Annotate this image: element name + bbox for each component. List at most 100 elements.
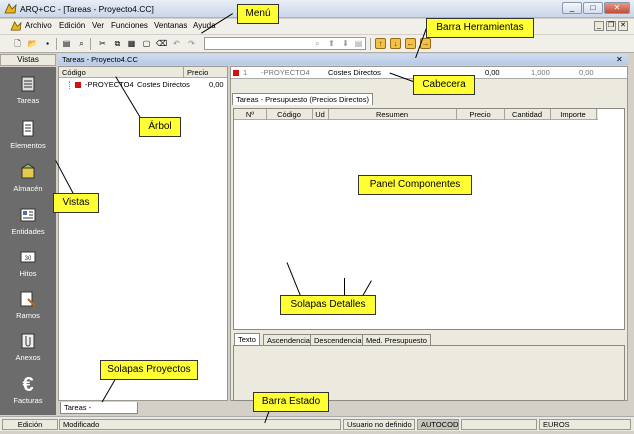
callout-status: Barra Estado: [253, 392, 329, 412]
trades-icon: [20, 291, 36, 307]
tree-row-code[interactable]: -PROYECTO4: [85, 80, 134, 89]
menu-bar: Archivo Edición Ver Funciones Ventanas A…: [0, 19, 634, 34]
col-code[interactable]: Código: [266, 110, 312, 119]
paste-special-icon[interactable]: ▢: [140, 37, 153, 50]
callout-projects: Solapas Proyectos: [100, 360, 198, 380]
svg-text:30: 30: [25, 256, 32, 262]
col-price[interactable]: Precio: [456, 110, 504, 119]
menu-archivo[interactable]: Archivo: [25, 21, 52, 30]
new-file-icon[interactable]: 🗋: [11, 37, 24, 50]
view-tareas[interactable]: Tareas: [0, 75, 56, 105]
col-num[interactable]: Nº: [234, 110, 266, 119]
view-anexos[interactable]: Anexos: [0, 332, 56, 362]
tasks-icon: [21, 76, 35, 92]
find-icon[interactable]: ⌕: [311, 37, 324, 50]
header-value-2: 1,000: [531, 68, 550, 77]
mdi-close-button[interactable]: ✕: [618, 21, 628, 31]
menu-funciones[interactable]: Funciones: [111, 21, 148, 30]
arrow-up-icon[interactable]: ⬆: [325, 37, 338, 50]
view-elementos[interactable]: Elementos: [0, 120, 56, 150]
print-icon[interactable]: ▤: [60, 37, 73, 50]
status-user: Usuario no definido: [343, 419, 415, 430]
menu-ver[interactable]: Ver: [92, 21, 104, 30]
document-close-button[interactable]: ✕: [616, 54, 623, 65]
tree-col-price[interactable]: Precio: [187, 68, 208, 77]
cut-icon[interactable]: ✂: [96, 37, 109, 50]
view-label: Hitos: [19, 269, 37, 278]
toolbar-separator: [90, 38, 91, 50]
toolbar-separator: [370, 38, 371, 50]
app-menu-icon[interactable]: [10, 21, 22, 31]
flag-icon: [75, 82, 81, 88]
eraser-icon[interactable]: ⌫: [155, 37, 168, 50]
undo-icon[interactable]: ↶: [170, 37, 183, 50]
window-title: ARQ+CC - [Tareas - Proyecto4.CC]: [20, 4, 154, 14]
view-label: Almacén: [13, 184, 43, 193]
arrow-down-icon[interactable]: ⬇: [339, 37, 352, 50]
project-tab[interactable]: Tareas - Proyecto4.CC: [60, 402, 138, 423]
tab-texto[interactable]: Texto: [234, 333, 260, 345]
view-entidades[interactable]: Entidades: [0, 206, 56, 236]
milestones-icon: 30: [20, 251, 36, 263]
header-value-1: 0,00: [485, 68, 500, 77]
views-header: Vistas: [0, 54, 56, 66]
status-state: Modificado: [59, 419, 341, 430]
callout-views: Vistas: [53, 193, 99, 213]
header-desc: Costes Directos: [328, 68, 381, 77]
status-autocod: AUTOCOD: [417, 419, 459, 430]
tree-row-price[interactable]: 0,00: [209, 80, 224, 89]
menu-edicion[interactable]: Edición: [59, 21, 85, 30]
redo-icon[interactable]: ↷: [185, 37, 198, 50]
paste-icon[interactable]: ▦: [125, 37, 138, 50]
open-folder-icon[interactable]: 📂: [26, 37, 39, 50]
tree-col-code[interactable]: Código: [62, 68, 86, 77]
warehouse-icon: [20, 163, 36, 179]
maximize-button[interactable]: □: [583, 2, 603, 14]
euro-icon: €: [22, 374, 34, 396]
view-ramos[interactable]: Ramos: [0, 290, 56, 320]
status-currency: EUROS: [539, 419, 631, 430]
title-bar: ARQ+CC - [Tareas - Proyecto4.CC] _ □ ✕: [0, 0, 634, 18]
grid-icon[interactable]: ▤: [352, 37, 365, 50]
callout-menu: Menú: [237, 4, 279, 24]
view-almacen[interactable]: Almacén: [0, 163, 56, 193]
views-panel: Tareas Elementos Almacén Entidades 30 Hi…: [0, 67, 56, 415]
move-down-icon[interactable]: ↓: [390, 38, 401, 49]
preview-icon[interactable]: ⌕: [75, 37, 88, 50]
callout-pointer: [344, 278, 345, 296]
entities-icon: [20, 208, 36, 222]
elements-icon: [22, 120, 34, 137]
header-value-3: 0,00: [579, 68, 594, 77]
save-icon[interactable]: ▪: [41, 37, 54, 50]
callout-toolbar: Barra Herramientas: [426, 18, 534, 38]
components-header: Nº Código Ud Resumen Precio Cantidad Imp…: [234, 109, 598, 120]
mdi-restore-button[interactable]: ❐: [606, 21, 616, 31]
col-unit[interactable]: Ud: [312, 110, 328, 119]
close-button[interactable]: ✕: [604, 2, 630, 14]
minimize-button[interactable]: _: [562, 2, 582, 14]
move-up-icon[interactable]: ↑: [375, 38, 386, 49]
col-summary[interactable]: Resumen: [328, 110, 456, 119]
view-facturas[interactable]: € Facturas: [0, 374, 56, 405]
header-num: 1: [243, 68, 248, 77]
copy-icon[interactable]: ⧉: [111, 37, 124, 50]
view-label: Elementos: [10, 141, 46, 150]
status-mode: Edición: [2, 419, 58, 430]
document-title: Tareas - Proyecto4.CC: [58, 54, 628, 65]
toolbar-separator: [56, 38, 57, 50]
move-left-icon[interactable]: ←: [405, 38, 416, 49]
tree-row-desc[interactable]: Costes Directos: [137, 80, 190, 89]
view-label: Tareas: [16, 96, 40, 105]
header-code: -PROYECTO4: [261, 68, 310, 77]
status-blank: [461, 419, 537, 430]
attachments-icon: [21, 333, 35, 349]
view-hitos[interactable]: 30 Hitos: [0, 248, 56, 278]
view-label: Anexos: [15, 353, 41, 362]
col-quantity[interactable]: Cantidad: [504, 110, 550, 119]
col-amount[interactable]: Importe: [550, 110, 596, 119]
tab-budget[interactable]: Tareas - Presupuesto (Precios Directos): [232, 93, 373, 105]
callout-header: Cabecera: [413, 75, 475, 95]
menu-ventanas[interactable]: Ventanas: [154, 21, 187, 30]
app-logo-icon: [4, 3, 17, 14]
mdi-minimize-button[interactable]: _: [594, 21, 604, 31]
